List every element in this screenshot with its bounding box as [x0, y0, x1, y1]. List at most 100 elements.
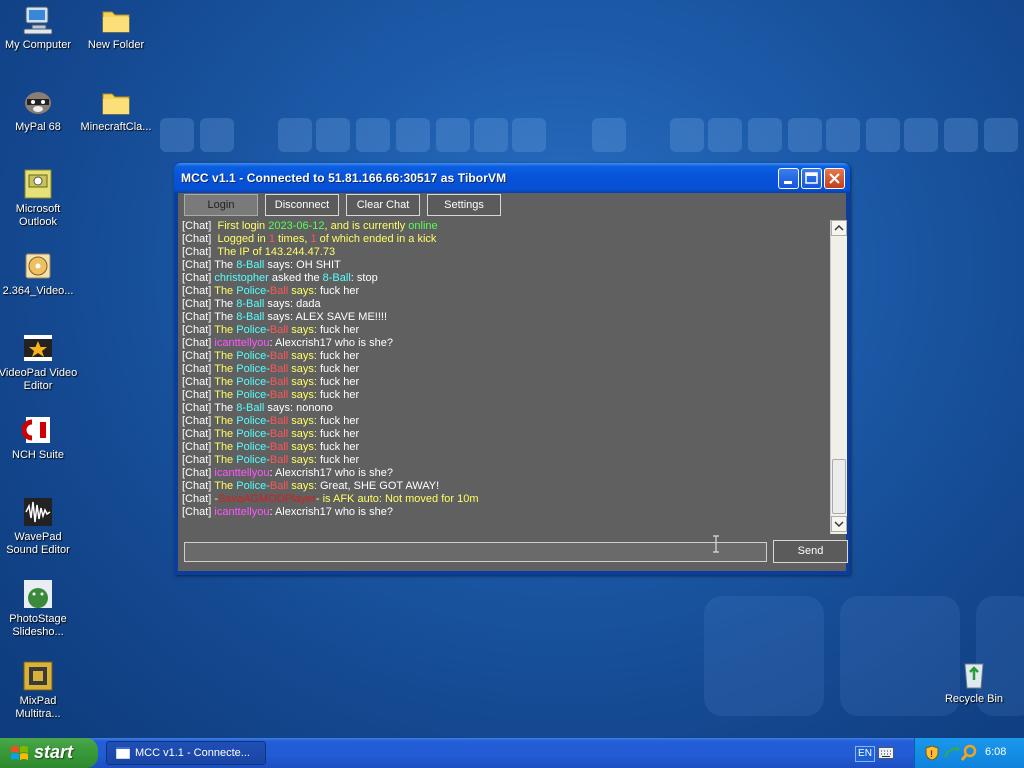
- svg-text:!: !: [930, 749, 933, 759]
- system-tray: ! 6:08: [914, 738, 1024, 768]
- chat-segment: Police-: [236, 389, 270, 401]
- chat-segment: Ball: [269, 415, 289, 427]
- chat-segment: Police-: [236, 415, 270, 427]
- chat-line: [Chat] icanttellyou: Alexcrish17 who is …: [182, 467, 830, 480]
- chat-segment: , and is currently: [324, 220, 409, 232]
- chat-line: [Chat] The Police-Ball says: fuck her: [182, 454, 830, 467]
- maximize-button[interactable]: [801, 168, 822, 189]
- desktop-icon-new-folder[interactable]: New Folder: [76, 4, 156, 52]
- chat-segment: [Chat]: [182, 363, 215, 375]
- search-icon[interactable]: [961, 744, 977, 762]
- chat-segment: : Alexcrish17 who is she?: [269, 506, 393, 518]
- security-shield-icon[interactable]: !: [925, 745, 939, 761]
- chat-segment: fuck her: [316, 454, 360, 466]
- chat-segment: The: [214, 402, 237, 414]
- scroll-up-button[interactable]: [831, 220, 847, 236]
- scroll-thumb[interactable]: [832, 459, 846, 514]
- window-app-icon: [116, 747, 130, 759]
- nch-icon: [21, 414, 54, 446]
- chat-segment: icanttellyou: [214, 337, 270, 349]
- desktop-icon-outlook[interactable]: Microsoft Outlook: [0, 168, 78, 229]
- chat-line: [Chat] The IP of 143.244.47.73: [182, 246, 830, 259]
- chat-log[interactable]: [Chat] First login 2023-06-12, and is cu…: [182, 220, 830, 530]
- chat-line: [Chat] The 8-Ball says: nonono: [182, 402, 830, 415]
- chat-segment: times,: [274, 233, 311, 245]
- chat-segment: fuck her: [316, 376, 360, 388]
- film-star-icon: [22, 332, 54, 364]
- chat-segment: Police-: [236, 441, 270, 453]
- chat-segment: The: [214, 428, 237, 440]
- chat-segment: Police-: [236, 350, 270, 362]
- desktop-icon-minecraftclassic[interactable]: MinecraftCla...: [76, 86, 156, 134]
- mcc-window: MCC v1.1 - Connected to 51.81.166.66:305…: [174, 163, 850, 575]
- desktop-icon-label: WavePad Sound Editor: [6, 531, 70, 556]
- desktop-icon-videopad[interactable]: VideoPad Video Editor: [0, 332, 78, 393]
- settings-button[interactable]: Settings: [427, 194, 501, 216]
- chat-segment: of which ended in a kick: [316, 233, 437, 245]
- chat-line: [Chat] The Police-Ball says: fuck her: [182, 428, 830, 441]
- start-label: start: [34, 742, 74, 762]
- start-button[interactable]: start: [0, 738, 98, 768]
- keyboard-icon[interactable]: [878, 747, 894, 759]
- chat-segment: The: [214, 324, 237, 336]
- minimize-button[interactable]: [778, 168, 799, 189]
- chat-segment: icanttellyou: [214, 467, 270, 479]
- scroll-down-button[interactable]: [831, 516, 847, 532]
- window-titlebar[interactable]: MCC v1.1 - Connected to 51.81.166.66:305…: [174, 163, 850, 193]
- network-icon[interactable]: [943, 745, 959, 761]
- chat-line: [Chat] The 8-Ball says: ALEX SAVE ME!!!!: [182, 311, 830, 324]
- chat-input[interactable]: [184, 542, 767, 562]
- desktop-icon-label: MinecraftCla...: [80, 121, 152, 133]
- desktop-icon-video-file[interactable]: 2.364_Video...: [0, 250, 78, 298]
- chat-segment: says:: [288, 376, 317, 388]
- chat-segment: Police-: [236, 480, 270, 492]
- taskbar-item-mcc[interactable]: MCC v1.1 - Connecte...: [106, 741, 266, 765]
- close-button[interactable]: [824, 168, 845, 189]
- chat-scrollbar[interactable]: [830, 220, 847, 534]
- chat-segment: says:: [288, 324, 317, 336]
- window-title: MCC v1.1 - Connected to 51.81.166.66:305…: [181, 171, 507, 185]
- desktop-icon-recycle-bin[interactable]: Recycle Bin: [934, 658, 1014, 706]
- folder-icon: [100, 4, 132, 36]
- chat-segment: The: [214, 363, 237, 375]
- chat-segment: The: [214, 376, 237, 388]
- chat-segment: 8-Ball: [236, 402, 265, 414]
- login-button[interactable]: Login: [184, 194, 258, 216]
- chat-segment: [Chat]: [182, 415, 215, 427]
- desktop-icon-photostage[interactable]: PhotoStage Slidesho...: [0, 578, 78, 639]
- chat-segment: [Chat]: [182, 389, 215, 401]
- chat-segment: Ball: [269, 480, 289, 492]
- chat-line: [Chat] The Police-Ball says: Great, SHE …: [182, 480, 830, 493]
- language-indicator[interactable]: EN: [855, 746, 875, 762]
- desktop-icon-mypal[interactable]: MyPal 68: [0, 86, 78, 134]
- chat-segment: Logged in: [217, 233, 269, 245]
- chat-line: [Chat] The Police-Ball says: fuck her: [182, 285, 830, 298]
- chat-segment: Ball: [269, 350, 289, 362]
- chat-segment: Police-: [236, 285, 270, 297]
- chat-segment: The: [214, 285, 237, 297]
- chat-segment: icanttellyou: [214, 506, 270, 518]
- send-button[interactable]: Send: [773, 540, 848, 563]
- chat-line: [Chat] christopher asked the 8-Ball: sto…: [182, 272, 830, 285]
- desktop-icon-wavepad[interactable]: WavePad Sound Editor: [0, 496, 78, 557]
- chat-segment: Police-: [236, 363, 270, 375]
- desktop-icon-label: New Folder: [87, 39, 145, 51]
- chat-segment: [Chat]: [182, 272, 215, 284]
- chat-segment: says:: [288, 389, 317, 401]
- chat-segment: 8-Ball: [322, 272, 351, 284]
- desktop-icon-label: MixPad Multitra...: [15, 695, 61, 720]
- desktop-icon-label: 2.364_Video...: [2, 285, 74, 297]
- chat-segment: [Chat]: [182, 246, 218, 258]
- chat-segment: Ball: [269, 376, 289, 388]
- chat-segment: 8-Ball: [236, 259, 265, 271]
- chevron-down-icon: [834, 521, 844, 528]
- desktop-icon-nch-suite[interactable]: NCH Suite: [0, 414, 78, 462]
- desktop-icon-mixpad[interactable]: MixPad Multitra...: [0, 660, 78, 721]
- desktop-icon-my-computer[interactable]: My Computer: [0, 4, 78, 52]
- chat-segment: says:: [288, 441, 317, 453]
- clear-chat-button[interactable]: Clear Chat: [346, 194, 420, 216]
- chat-segment: [Chat]: [182, 428, 215, 440]
- clock: 6:08: [985, 746, 1007, 758]
- disconnect-button[interactable]: Disconnect: [265, 194, 339, 216]
- chat-segment: [Chat]: [182, 454, 215, 466]
